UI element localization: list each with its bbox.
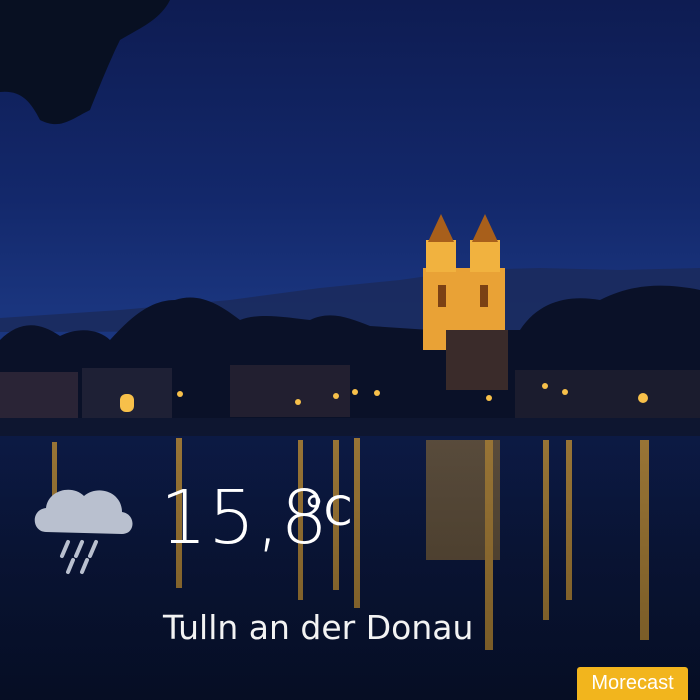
temperature-unit: °C [304,489,352,535]
weather-card: 15,8 °C Tulln an der Donau Morecast [0,0,700,700]
location-name: Tulln an der Donau [163,608,474,647]
morecast-brand-badge[interactable]: Morecast [577,667,688,700]
rain-cloud-icon [34,489,133,574]
